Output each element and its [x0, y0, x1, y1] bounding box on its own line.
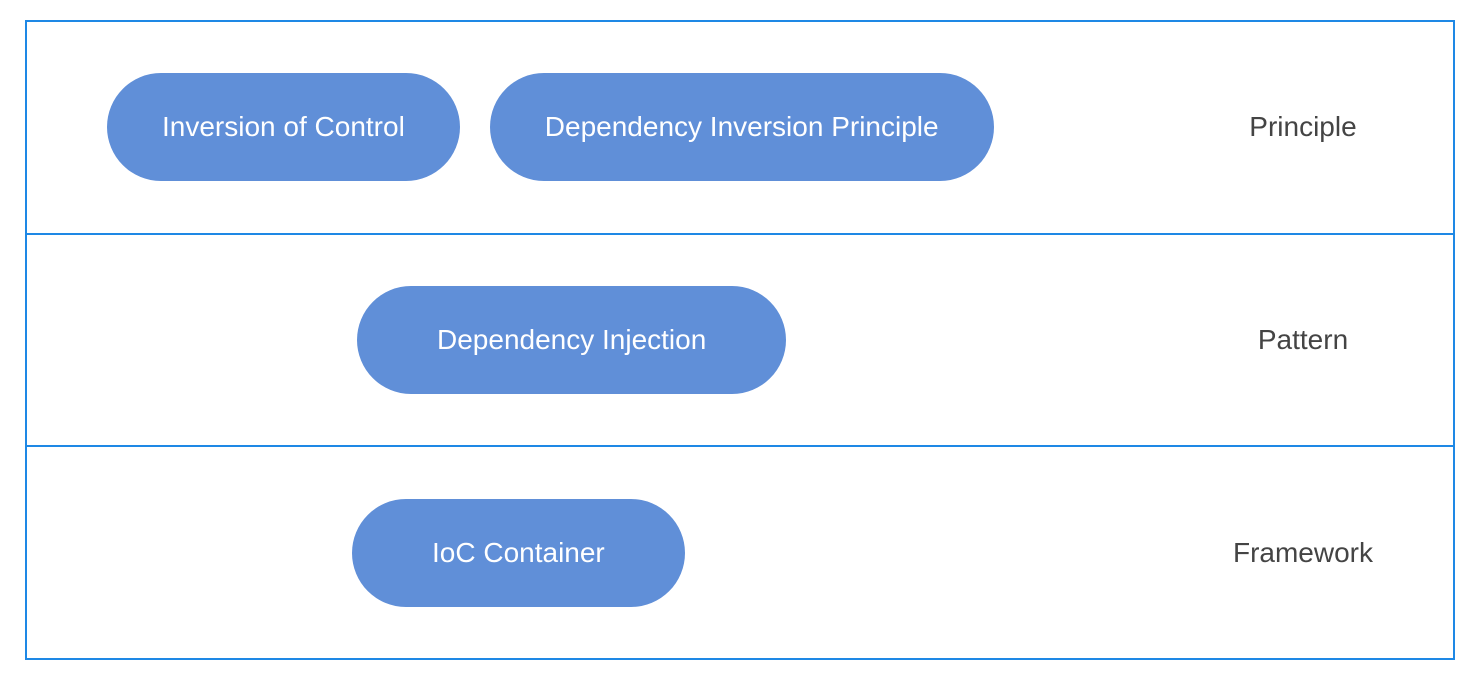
pill-dependency-injection: Dependency Injection: [357, 286, 786, 394]
pills-area: Inversion of Control Dependency Inversio…: [57, 73, 1223, 181]
diagram-container: Inversion of Control Dependency Inversio…: [25, 20, 1455, 660]
row-label-pattern: Pattern: [1223, 324, 1423, 356]
pill-dependency-inversion-principle: Dependency Inversion Principle: [490, 73, 994, 181]
pill-inversion-of-control: Inversion of Control: [107, 73, 460, 181]
pill-ioc-container: IoC Container: [352, 499, 685, 607]
pills-area: Dependency Injection: [57, 286, 1223, 394]
row-pattern: Dependency Injection Pattern: [27, 235, 1453, 448]
row-label-framework: Framework: [1223, 537, 1423, 569]
row-principle: Inversion of Control Dependency Inversio…: [27, 22, 1453, 235]
pills-area: IoC Container: [57, 499, 1223, 607]
row-framework: IoC Container Framework: [27, 447, 1453, 658]
row-label-principle: Principle: [1223, 111, 1423, 143]
